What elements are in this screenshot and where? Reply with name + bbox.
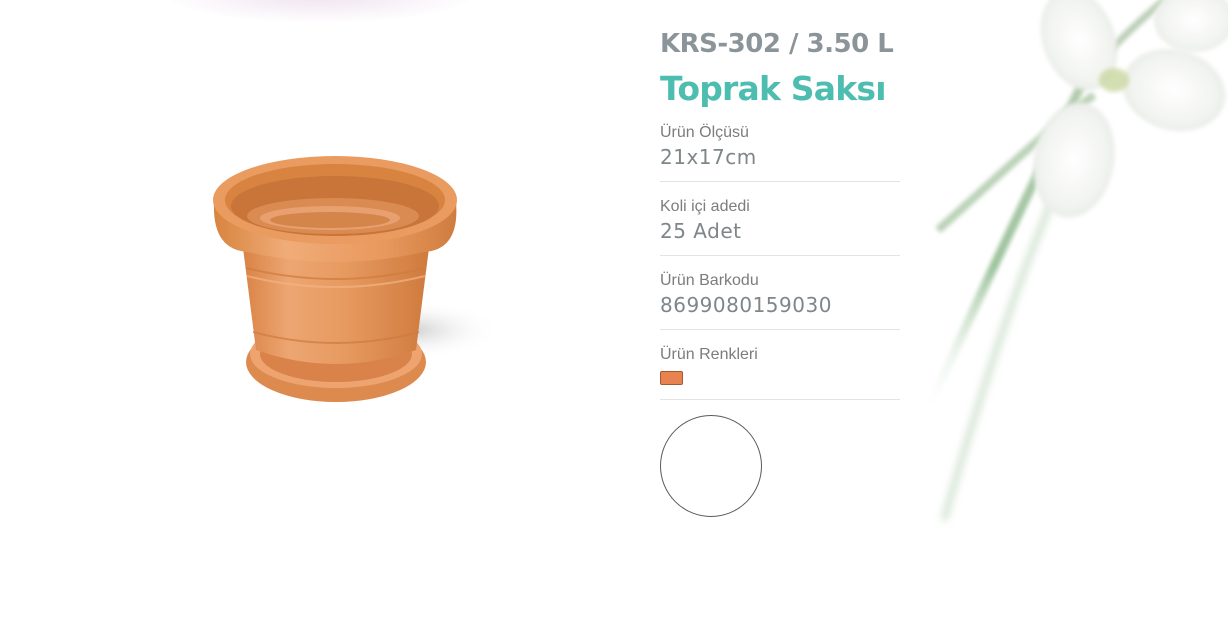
color-swatch-orange[interactable]: [660, 370, 683, 385]
product-title: Toprak Saksı: [660, 68, 887, 108]
product-code: KRS-302 / 3.50 L: [660, 29, 894, 59]
spec-label: Ürün Ölçüsü: [660, 123, 749, 141]
spec-pack-quantity: Koli içi adedi 25 Adet: [660, 182, 900, 256]
product-info: KRS-302 / 3.50 L Toprak Saksı Ürün Ölçüs…: [660, 28, 900, 517]
spec-value: 21x17cm: [660, 144, 757, 169]
spec-barcode: Ürün Barkodu 8699080159030: [660, 256, 900, 330]
product-page: KRS-302 / 3.50 L Toprak Saksı Ürün Ölçüs…: [0, 0, 1228, 640]
spec-value: 8699080159030: [660, 292, 832, 317]
spec-colors: Ürün Renkleri: [660, 330, 900, 400]
spec-label: Ürün Barkodu: [660, 271, 759, 289]
decorative-blob: [170, 0, 470, 22]
flower-decoration: [924, 0, 1228, 521]
circle-button[interactable]: [660, 414, 762, 517]
spec-value: 25 Adet: [660, 218, 742, 243]
spec-label: Koli içi adedi: [660, 197, 750, 215]
product-image: [213, 156, 500, 402]
spec-size: Ürün Ölçüsü 21x17cm: [660, 123, 900, 182]
spec-label: Ürün Renkleri: [660, 345, 758, 363]
